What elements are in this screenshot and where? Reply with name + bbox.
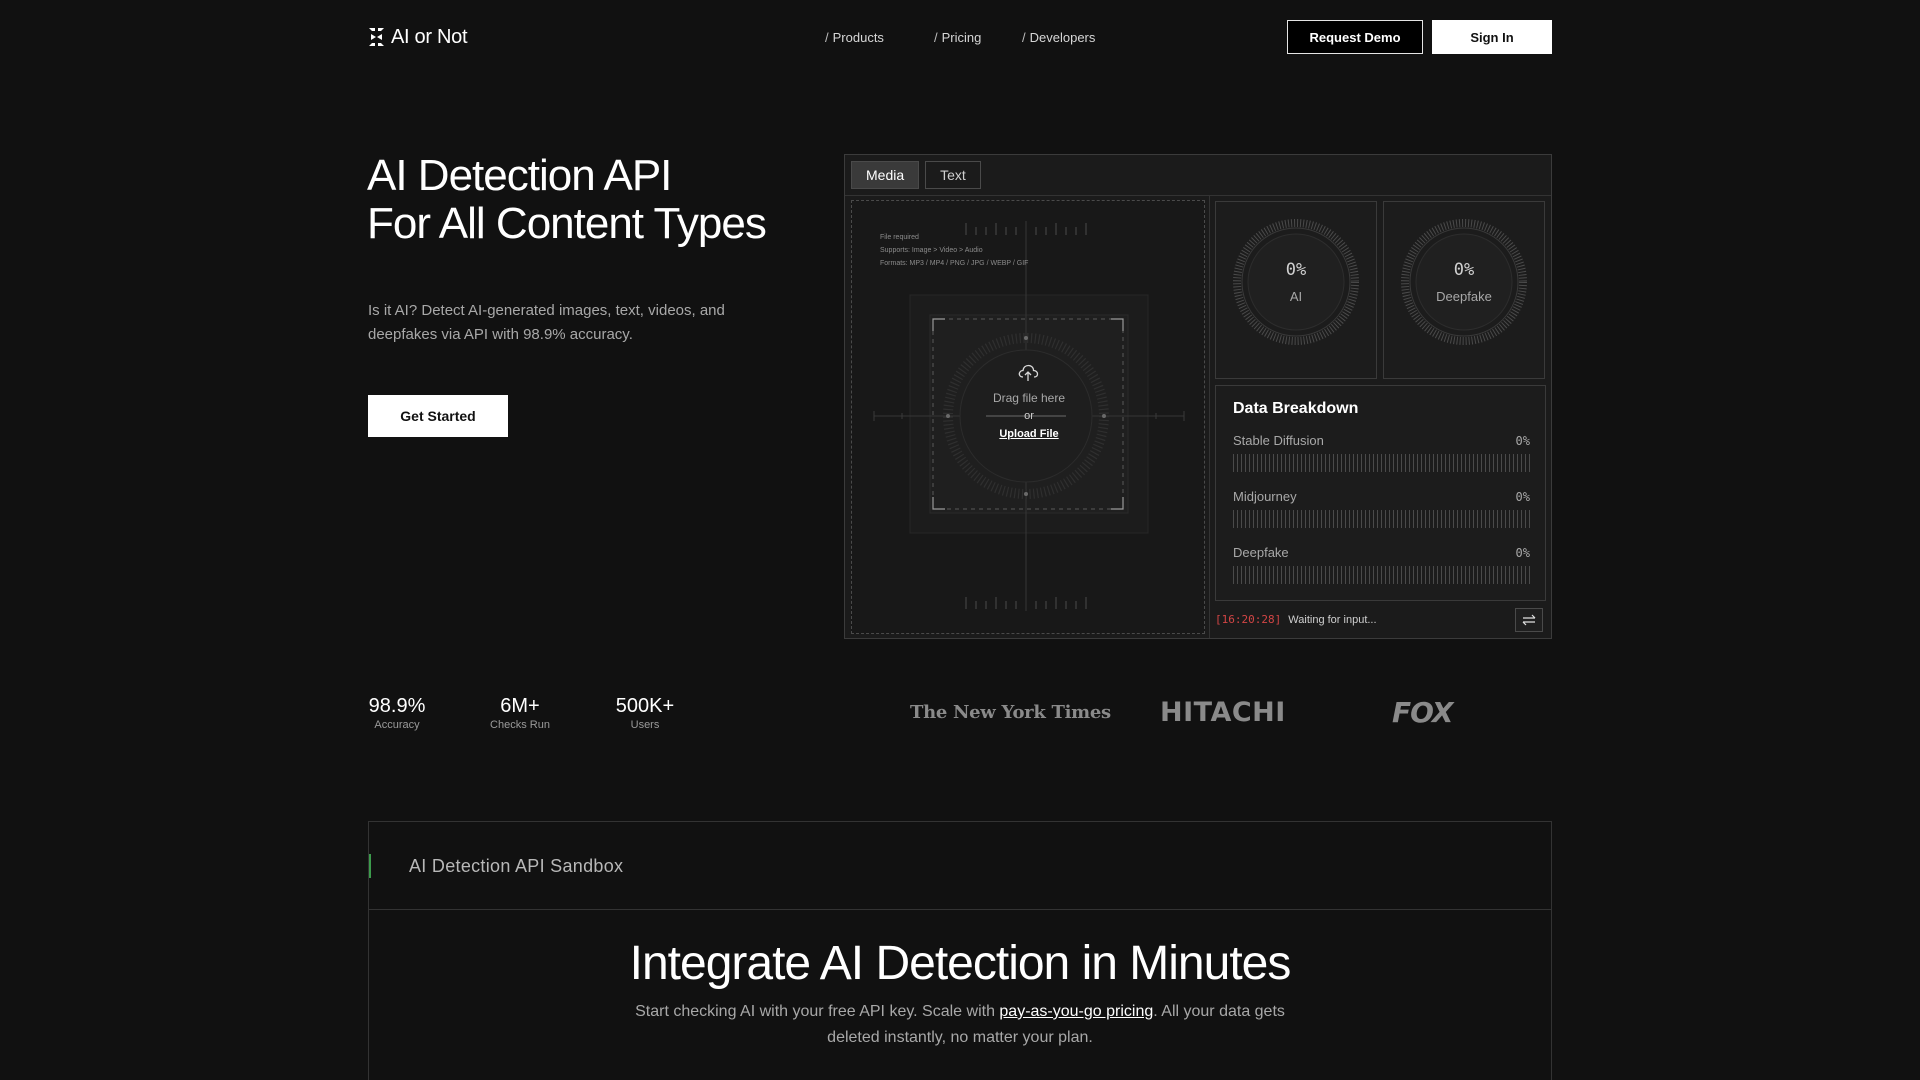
nav-pricing-label: Pricing: [941, 29, 982, 45]
stat-users: 500K+ Users: [612, 694, 678, 731]
hero-title: AI Detection API For All Content Types: [367, 151, 767, 248]
ai-gauge-value: 0%: [1285, 260, 1307, 280]
nav-pricing[interactable]: / Pricing: [934, 28, 981, 46]
status-text: Waiting for input...: [1288, 614, 1377, 626]
nav-products-label: Products: [832, 29, 884, 45]
cloud-upload-icon: [1018, 364, 1039, 381]
or-text: or: [1024, 410, 1034, 422]
breakdown-row-name: Deepfake: [1233, 545, 1289, 560]
breakdown-row-deepfake: Deepfake 0%: [1233, 545, 1530, 584]
stat-label: Accuracy: [374, 719, 420, 731]
stat-label: Users: [630, 719, 660, 731]
drag-file-text: Drag file here: [992, 391, 1066, 405]
ai-gauge-label: AI: [1289, 289, 1303, 304]
nav-slash: /: [825, 29, 829, 45]
detection-demo-widget: Media Text File required Supports: Image…: [844, 154, 1552, 639]
hero-desc-line2: deepfakes via API with 98.9% accuracy.: [368, 326, 633, 343]
data-breakdown-panel: Data Breakdown Stable Diffusion 0% Midjo…: [1215, 385, 1546, 601]
widget-tabs: Media Text: [851, 161, 981, 189]
breakdown-row-value: 0%: [1515, 434, 1530, 448]
nyt-logo: The New York Times: [910, 702, 1111, 723]
upload-file-link[interactable]: Upload File: [852, 428, 1204, 440]
upload-meta-formats: Formats: MP3 / MP4 / PNG / JPG / WEBP / …: [880, 260, 1029, 267]
stat-accuracy: 98.9% Accuracy: [368, 694, 426, 731]
deepfake-gauge-ring: [1401, 219, 1527, 345]
fox-logo: FOX: [1392, 696, 1454, 729]
status-timestamp: [16:20:28]: [1215, 613, 1282, 626]
breakdown-row-value: 0%: [1515, 546, 1530, 560]
breakdown-row-name: Stable Diffusion: [1233, 433, 1324, 448]
logo-mark-icon: [369, 28, 384, 46]
nav-slash: /: [934, 29, 938, 45]
hero-description: Is it AI? Detect AI-generated images, te…: [368, 299, 758, 347]
sandbox-header: AI Detection API Sandbox: [369, 822, 1551, 910]
hero-desc-line1: Is it AI? Detect AI-generated images, te…: [368, 302, 725, 319]
upload-meta-supports: Supports: Image > Video > Audio: [880, 247, 983, 254]
upload-meta: File required Supports: Image > Video > …: [880, 231, 1028, 270]
sandbox-heading: Integrate AI Detection in Minutes: [629, 937, 1292, 990]
breakdown-row-stable-diffusion: Stable Diffusion 0%: [1233, 433, 1530, 472]
sandbox-desc-line2: deleted instantly, no matter your plan.: [827, 1029, 1093, 1046]
sandbox-accent-bar: [369, 854, 371, 878]
sign-in-button[interactable]: Sign In: [1432, 20, 1552, 54]
nav-developers-label: Developers: [1029, 29, 1096, 45]
deepfake-gauge-label: Deepfake: [1436, 289, 1492, 304]
nav-products[interactable]: / Products: [825, 28, 884, 46]
get-started-button[interactable]: Get Started: [368, 395, 508, 437]
stat-checks: 6M+ Checks Run: [485, 694, 555, 731]
upload-meta-required: File required: [880, 234, 919, 241]
stat-value: 6M+: [500, 695, 540, 717]
breakdown-row-name: Midjourney: [1233, 489, 1297, 504]
stat-label: Checks Run: [490, 719, 550, 731]
sandbox-desc-part1: Start checking AI with your free API key…: [635, 1003, 1000, 1020]
settings-button[interactable]: [1515, 608, 1543, 632]
nav-slash: /: [1022, 29, 1026, 45]
ai-gauge-ring: [1233, 219, 1359, 345]
breakdown-row-bar: [1233, 510, 1530, 528]
deepfake-gauge-value: 0%: [1453, 260, 1475, 280]
ai-gauge-card: 0% AI: [1215, 201, 1377, 379]
hitachi-logo: HITACHI: [1160, 697, 1286, 728]
status-line: [16:20:28] Waiting for input...: [1215, 613, 1377, 626]
sandbox-description: Start checking AI with your free API key…: [369, 999, 1551, 1051]
tab-text[interactable]: Text: [925, 161, 981, 189]
upload-dropzone[interactable]: File required Supports: Image > Video > …: [851, 200, 1205, 634]
sliders-icon: [1522, 614, 1536, 626]
hero-title-line1: AI Detection API: [367, 151, 672, 200]
hero-title-line2: For All Content Types: [367, 199, 767, 248]
breakdown-title: Data Breakdown: [1233, 400, 1359, 417]
request-demo-button[interactable]: Request Demo: [1287, 20, 1423, 54]
stat-value: 500K+: [615, 695, 675, 717]
stat-value: 98.9%: [368, 695, 426, 717]
widget-divider: [1209, 196, 1210, 638]
breakdown-row-bar: [1233, 566, 1530, 584]
breakdown-row-bar: [1233, 454, 1530, 472]
tab-media[interactable]: Media: [851, 161, 920, 189]
nav-developers[interactable]: / Developers: [1022, 28, 1095, 46]
tabs-divider: [845, 195, 1551, 196]
logo-text: AI or Not: [391, 25, 468, 48]
sandbox-desc-line1: Start checking AI with your free API key…: [369, 999, 1551, 1025]
logo[interactable]: AI or Not: [368, 25, 468, 48]
sandbox-label: AI Detection API Sandbox: [409, 856, 624, 876]
breakdown-row-value: 0%: [1515, 490, 1530, 504]
pricing-link[interactable]: pay-as-you-go pricing: [999, 1003, 1153, 1020]
sandbox-desc-part2: . All your data gets: [1153, 1003, 1285, 1020]
api-sandbox-section: AI Detection API Sandbox Integrate AI De…: [368, 821, 1552, 1080]
deepfake-gauge-card: 0% Deepfake: [1383, 201, 1545, 379]
breakdown-row-midjourney: Midjourney 0%: [1233, 489, 1530, 528]
